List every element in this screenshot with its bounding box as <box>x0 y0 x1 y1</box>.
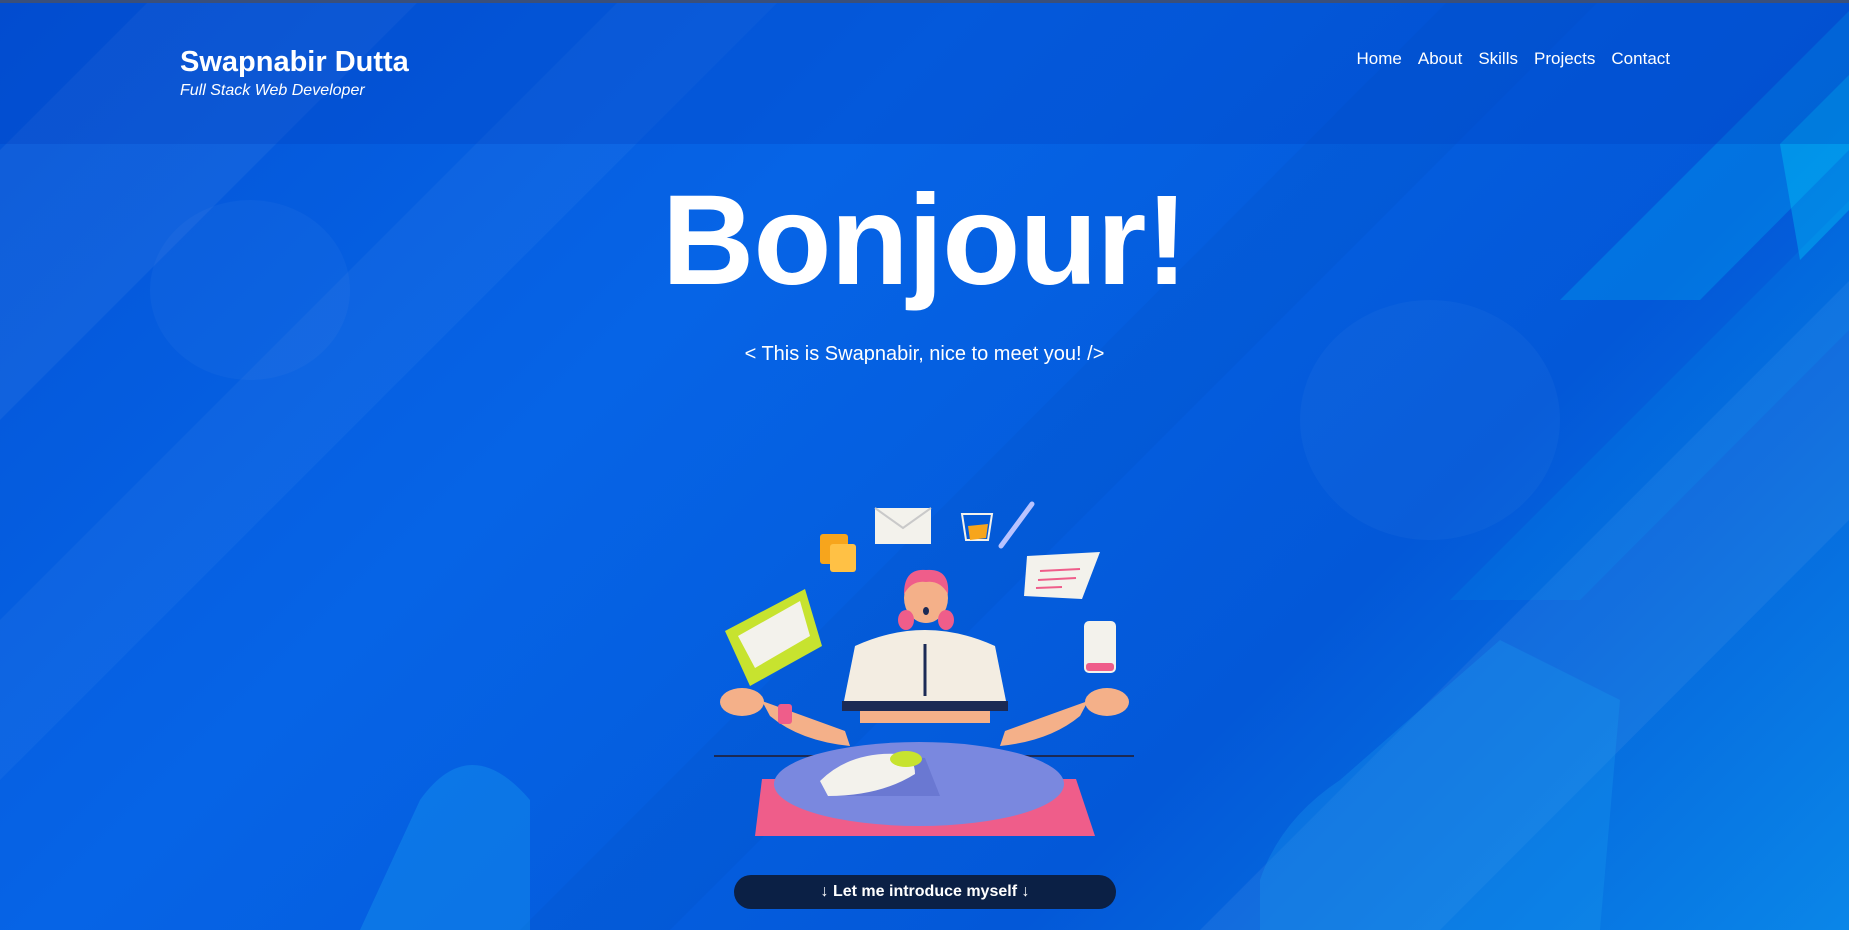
window-top-border <box>0 0 1849 3</box>
site-header: Swapnabir Dutta Full Stack Web Developer… <box>0 3 1849 144</box>
brand-name[interactable]: Swapnabir Dutta <box>180 45 409 79</box>
nav-about[interactable]: About <box>1418 47 1462 71</box>
brand: Swapnabir Dutta Full Stack Web Developer <box>180 45 409 101</box>
nav-skills[interactable]: Skills <box>1478 47 1518 71</box>
nav-home[interactable]: Home <box>1357 47 1402 71</box>
hero-subtitle: < This is Swapnabir, nice to meet you! /… <box>744 343 1105 365</box>
nav-contact[interactable]: Contact <box>1611 47 1670 71</box>
nav-projects[interactable]: Projects <box>1534 47 1595 71</box>
introduce-button[interactable]: ↓ Let me introduce myself ↓ <box>734 875 1116 909</box>
brand-subtitle: Full Stack Web Developer <box>180 82 365 99</box>
hero-title: Bonjour! <box>661 169 1188 312</box>
main-nav: Home About Skills Projects Contact <box>1357 47 1670 71</box>
meditation-illustration <box>714 501 1134 836</box>
